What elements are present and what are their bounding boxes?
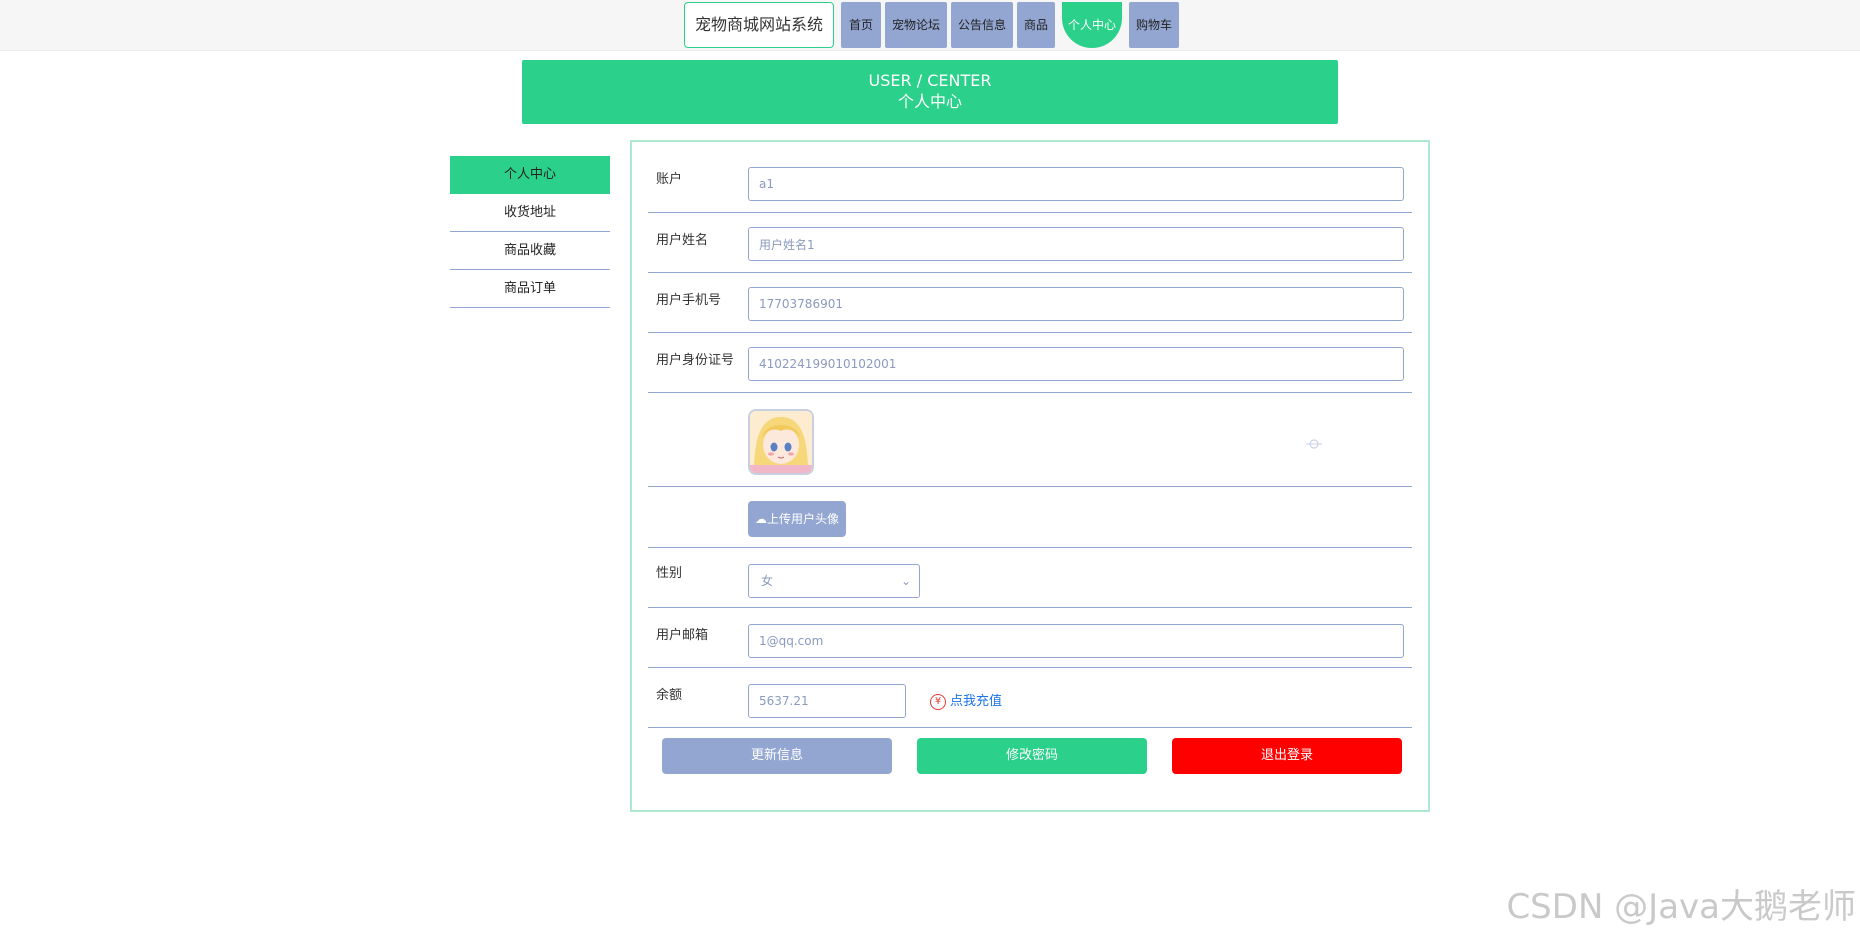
- user-avatar: [748, 409, 814, 475]
- update-info-button[interactable]: 更新信息: [662, 738, 892, 774]
- sidebar-item-address[interactable]: 收货地址: [450, 194, 610, 232]
- row-upload: ☁上传用户头像: [648, 487, 1412, 548]
- account-label: 账户: [656, 172, 683, 187]
- idcard-label: 用户身份证号: [656, 353, 735, 368]
- site-brand[interactable]: 宠物商城网站系统: [684, 2, 834, 48]
- avatar-image: [750, 411, 812, 473]
- banner-title-en: USER / CENTER: [868, 71, 992, 90]
- row-name: 用户姓名: [648, 213, 1412, 273]
- sidebar-item-user-center[interactable]: 个人中心: [450, 156, 610, 194]
- gender-label: 性别: [656, 566, 683, 581]
- account-input[interactable]: [748, 167, 1404, 201]
- balance-label: 余额: [656, 688, 683, 703]
- user-info-panel: 账户 用户姓名 用户手机号 用户身份证号: [630, 140, 1430, 812]
- cloud-upload-icon: ☁: [754, 512, 767, 526]
- sidebar: 个人中心 收货地址 商品收藏 商品订单: [450, 156, 610, 308]
- chevron-down-icon: ⌄: [900, 574, 911, 588]
- yen-icon: ¥: [930, 693, 946, 710]
- nav-notice[interactable]: 公告信息: [951, 2, 1013, 48]
- logout-button[interactable]: 退出登录: [1172, 738, 1402, 774]
- phone-input[interactable]: [748, 287, 1404, 321]
- idcard-input[interactable]: [748, 347, 1404, 381]
- nav-user-center[interactable]: 个人中心: [1062, 2, 1122, 48]
- balance-input[interactable]: [748, 684, 906, 718]
- top-navbar: 宠物商城网站系统 首页 宠物论坛 公告信息 商品 个人中心 购物车: [0, 0, 1860, 51]
- row-gender: 性别 女 ⌄: [648, 548, 1412, 608]
- upload-avatar-button[interactable]: ☁上传用户头像: [748, 501, 846, 537]
- sidebar-item-orders[interactable]: 商品订单: [450, 270, 610, 308]
- nav-products[interactable]: 商品: [1017, 2, 1055, 48]
- email-input[interactable]: [748, 624, 1404, 658]
- row-account: 账户: [648, 154, 1412, 213]
- gender-select[interactable]: 女 ⌄: [748, 564, 920, 598]
- row-email: 用户邮箱: [648, 608, 1412, 668]
- gender-select-value: 女: [761, 574, 774, 588]
- nav-forum[interactable]: 宠物论坛: [885, 2, 947, 48]
- nav-home[interactable]: 首页: [841, 2, 881, 48]
- change-password-button[interactable]: 修改密码: [917, 738, 1147, 774]
- nav-cart[interactable]: 购物车: [1129, 2, 1179, 48]
- watermark: CSDN @Java大鹅老师: [1506, 887, 1856, 927]
- row-phone: 用户手机号: [648, 273, 1412, 333]
- row-avatar: [648, 393, 1412, 487]
- sidebar-item-favorites[interactable]: 商品收藏: [450, 232, 610, 270]
- name-input[interactable]: [748, 227, 1404, 261]
- upload-button-label: 上传用户头像: [766, 512, 839, 526]
- phone-label: 用户手机号: [656, 293, 722, 308]
- crosshair-icon: [1306, 439, 1322, 449]
- recharge-link[interactable]: ¥ 点我充值: [930, 690, 1002, 710]
- email-label: 用户邮箱: [656, 628, 709, 643]
- recharge-label: 点我充值: [950, 694, 1003, 709]
- name-label: 用户姓名: [656, 233, 709, 248]
- row-idcard: 用户身份证号: [648, 333, 1412, 393]
- banner-title-zh: 个人中心: [897, 92, 962, 111]
- row-balance: 余额 ¥ 点我充值: [648, 668, 1412, 728]
- page-banner: USER / CENTER 个人中心: [522, 60, 1338, 124]
